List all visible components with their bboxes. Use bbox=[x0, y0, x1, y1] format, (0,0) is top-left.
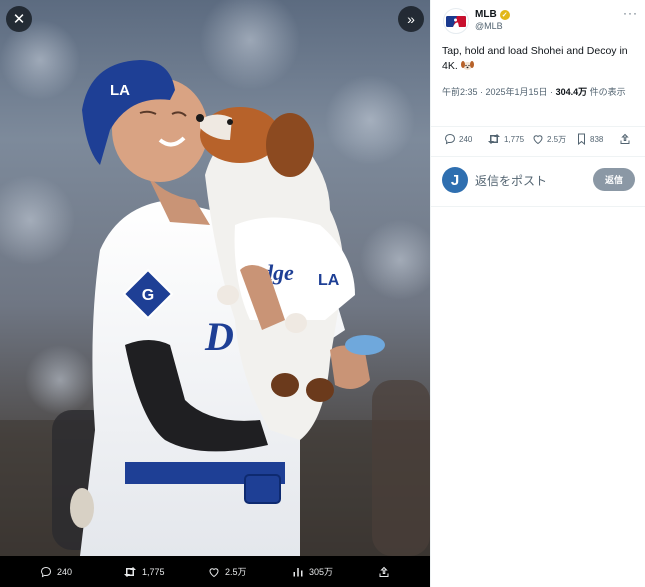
reply-icon bbox=[444, 133, 456, 145]
photo-illustration: G D LA dge LA bbox=[0, 0, 430, 556]
heart-icon bbox=[209, 567, 219, 577]
reply-submit-button[interactable]: 返信 bbox=[593, 168, 635, 191]
mlb-logo-icon bbox=[446, 15, 466, 27]
svg-text:D: D bbox=[204, 314, 234, 359]
divider bbox=[431, 206, 645, 207]
bookmark-icon bbox=[578, 133, 585, 145]
tweet-photo[interactable]: G D LA dge LA bbox=[0, 0, 430, 556]
like-button[interactable]: 2.5万 bbox=[532, 133, 566, 145]
chevron-double-right-icon: » bbox=[407, 11, 415, 27]
verified-badge-icon: ✓ bbox=[499, 9, 510, 20]
repost-count: 1,775 bbox=[504, 134, 525, 144]
svg-text:LA: LA bbox=[110, 82, 130, 99]
share-icon bbox=[620, 133, 630, 144]
reply-button[interactable]: 240 bbox=[444, 133, 472, 145]
divider bbox=[431, 126, 645, 127]
viewer-view-count: 305万 bbox=[309, 567, 334, 577]
author-handle[interactable]: @MLB bbox=[475, 21, 503, 31]
bookmark-button[interactable]: 838 bbox=[576, 133, 603, 145]
bookmark-count: 838 bbox=[590, 134, 604, 144]
divider bbox=[431, 156, 645, 157]
mlb-avatar[interactable] bbox=[443, 8, 469, 34]
media-viewer: G D LA dge LA ✕ » 240 1,775 2.5万 305万 bbox=[0, 0, 430, 587]
share-icon bbox=[379, 566, 389, 577]
svg-text:G: G bbox=[142, 287, 154, 304]
tweet-actions: 240 1,775 2.5万 838 bbox=[431, 128, 645, 152]
more-icon: ··· bbox=[623, 6, 638, 20]
viewer-repost-count: 1,775 bbox=[142, 566, 165, 577]
author-name-text: MLB bbox=[475, 9, 497, 20]
viewer-like-button[interactable]: 2.5万 bbox=[208, 565, 247, 578]
viewer-views-button[interactable]: 305万 bbox=[292, 565, 333, 578]
reply-icon bbox=[40, 566, 52, 577]
tweet-view-count: 304.4万 bbox=[555, 87, 588, 97]
tweet-detail-panel: MLB ✓ @MLB ··· Tap, hold and load Shohei… bbox=[430, 0, 645, 587]
viewer-repost-button[interactable]: 1,775 bbox=[123, 566, 165, 578]
author-name[interactable]: MLB ✓ bbox=[475, 9, 510, 20]
dog-face-emoji-icon bbox=[460, 61, 474, 70]
repost-icon bbox=[124, 566, 136, 577]
analytics-icon bbox=[293, 567, 303, 576]
user-avatar[interactable]: J bbox=[442, 167, 468, 193]
more-options-button[interactable]: ··· bbox=[623, 6, 638, 20]
repost-icon bbox=[488, 134, 500, 144]
tweet-text: Tap, hold and load Shohei and Decoy in 4… bbox=[442, 44, 638, 74]
like-count: 2.5万 bbox=[547, 134, 567, 144]
expand-panel-button[interactable]: » bbox=[398, 6, 424, 32]
viewer-like-count: 2.5万 bbox=[225, 567, 247, 577]
share-button[interactable] bbox=[619, 133, 631, 145]
tweet-meta: 午前2:35 · 2025年1月15日 · 304.4万 件の表示 bbox=[442, 86, 642, 99]
tweet-view-suffix: 件の表示 bbox=[587, 87, 626, 97]
reply-count: 240 bbox=[459, 134, 473, 144]
repost-button[interactable]: 1,775 bbox=[487, 133, 524, 145]
svg-text:LA: LA bbox=[318, 272, 340, 289]
viewer-reply-button[interactable]: 240 bbox=[40, 566, 72, 578]
reply-input[interactable]: 返信をポスト bbox=[475, 172, 547, 189]
heart-icon bbox=[533, 135, 543, 145]
close-icon: ✕ bbox=[12, 10, 26, 28]
tweet-timestamp[interactable]: 午前2:35 · 2025年1月15日 · bbox=[442, 87, 556, 97]
viewer-reply-count: 240 bbox=[57, 566, 73, 577]
viewer-share-button[interactable] bbox=[378, 566, 390, 578]
close-button[interactable]: ✕ bbox=[6, 6, 32, 32]
viewer-action-bar: 240 1,775 2.5万 305万 bbox=[0, 556, 430, 587]
